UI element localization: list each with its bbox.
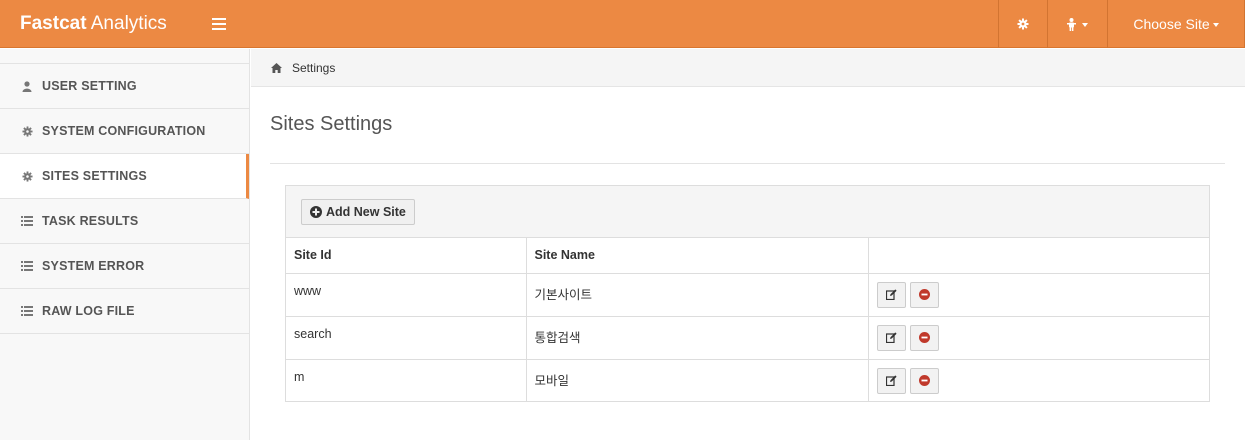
list-icon	[20, 214, 34, 228]
gear-icon	[20, 124, 34, 138]
column-header-actions	[868, 238, 1209, 274]
home-icon[interactable]	[271, 62, 282, 73]
menu-toggle-icon[interactable]	[212, 14, 226, 34]
sidebar-item-label: SYSTEM CONFIGURATION	[42, 124, 206, 138]
choose-site-dropdown[interactable]: Choose Site	[1107, 0, 1245, 48]
minus-circle-icon	[918, 332, 930, 343]
cell-site-name: 통합검색	[526, 316, 869, 360]
breadcrumb: Settings	[251, 49, 1245, 87]
list-icon	[20, 304, 34, 318]
sidebar-item-sites-settings[interactable]: SITES SETTINGS	[0, 154, 249, 199]
edit-site-button[interactable]	[876, 324, 906, 351]
table-row: www 기본사이트	[286, 273, 1209, 317]
sites-panel: Add New Site Site Id Site Name www 기본사이트	[285, 185, 1210, 402]
navbar-right: Choose Site	[998, 0, 1245, 48]
sidebar: USER SETTING SYSTEM CONFIGURATION SITES …	[0, 49, 250, 440]
cell-site-name: 모바일	[526, 359, 869, 402]
add-new-site-button[interactable]: Add New Site	[301, 199, 415, 225]
delete-site-button[interactable]	[909, 281, 939, 308]
sidebar-item-system-configuration[interactable]: SYSTEM CONFIGURATION	[0, 109, 249, 154]
panel-header: Add New Site	[286, 186, 1209, 238]
sidebar-item-label: USER SETTING	[42, 79, 137, 93]
cell-actions	[868, 316, 1209, 360]
sites-table: Site Id Site Name www 기본사이트 search 통합검색 …	[286, 238, 1209, 402]
minus-circle-icon	[918, 375, 930, 386]
divider	[270, 163, 1225, 164]
cell-site-id: www	[286, 273, 527, 317]
sidebar-item-raw-log-file[interactable]: RAW LOG FILE	[0, 289, 249, 334]
delete-site-button[interactable]	[909, 324, 939, 351]
cell-actions	[868, 273, 1209, 317]
table-row: search 통합검색	[286, 316, 1209, 360]
sidebar-item-label: SYSTEM ERROR	[42, 259, 145, 273]
user-icon	[20, 79, 34, 93]
sidebar-item-system-error[interactable]: SYSTEM ERROR	[0, 244, 249, 289]
table-header-row: Site Id Site Name	[286, 238, 1209, 274]
chevron-down-icon	[1212, 23, 1219, 27]
sidebar-item-label: RAW LOG FILE	[42, 304, 135, 318]
gear-icon	[1017, 18, 1029, 30]
gear-icon	[20, 169, 34, 183]
brand-name-bold: Fastcat	[20, 13, 87, 34]
app-brand[interactable]: Fastcat Analytics	[20, 13, 167, 35]
edit-site-button[interactable]	[876, 367, 906, 394]
sidebar-item-label: SITES SETTINGS	[42, 169, 147, 183]
edit-icon	[885, 375, 897, 386]
delete-site-button[interactable]	[909, 367, 939, 394]
edit-icon	[885, 289, 897, 300]
column-header-site-id: Site Id	[286, 238, 527, 274]
settings-menu-button[interactable]	[998, 0, 1047, 48]
page-title: Sites Settings	[270, 113, 393, 135]
cell-site-name: 기본사이트	[526, 273, 869, 317]
top-navbar: Fastcat Analytics Choose Site	[0, 0, 1245, 48]
sidebar-item-user-setting[interactable]: USER SETTING	[0, 64, 249, 109]
plus-circle-icon	[310, 206, 322, 218]
edit-site-button[interactable]	[876, 281, 906, 308]
brand-name-rest: Analytics	[86, 13, 167, 34]
sidebar-item-task-results[interactable]: TASK RESULTS	[0, 199, 249, 244]
sidebar-item-label: TASK RESULTS	[42, 214, 139, 228]
table-row: m 모바일	[286, 359, 1209, 402]
chevron-down-icon	[1082, 23, 1088, 27]
column-header-site-name: Site Name	[526, 238, 869, 274]
cell-site-id: m	[286, 359, 527, 402]
edit-icon	[885, 332, 897, 343]
choose-site-label: Choose Site	[1133, 16, 1210, 32]
breadcrumb-current: Settings	[292, 60, 336, 75]
cell-site-id: search	[286, 316, 527, 360]
user-menu-button[interactable]	[1047, 0, 1107, 48]
list-icon	[20, 259, 34, 273]
user-icon	[1067, 17, 1076, 31]
minus-circle-icon	[918, 289, 930, 300]
cell-actions	[868, 359, 1209, 402]
add-new-site-label: Add New Site	[326, 205, 406, 219]
